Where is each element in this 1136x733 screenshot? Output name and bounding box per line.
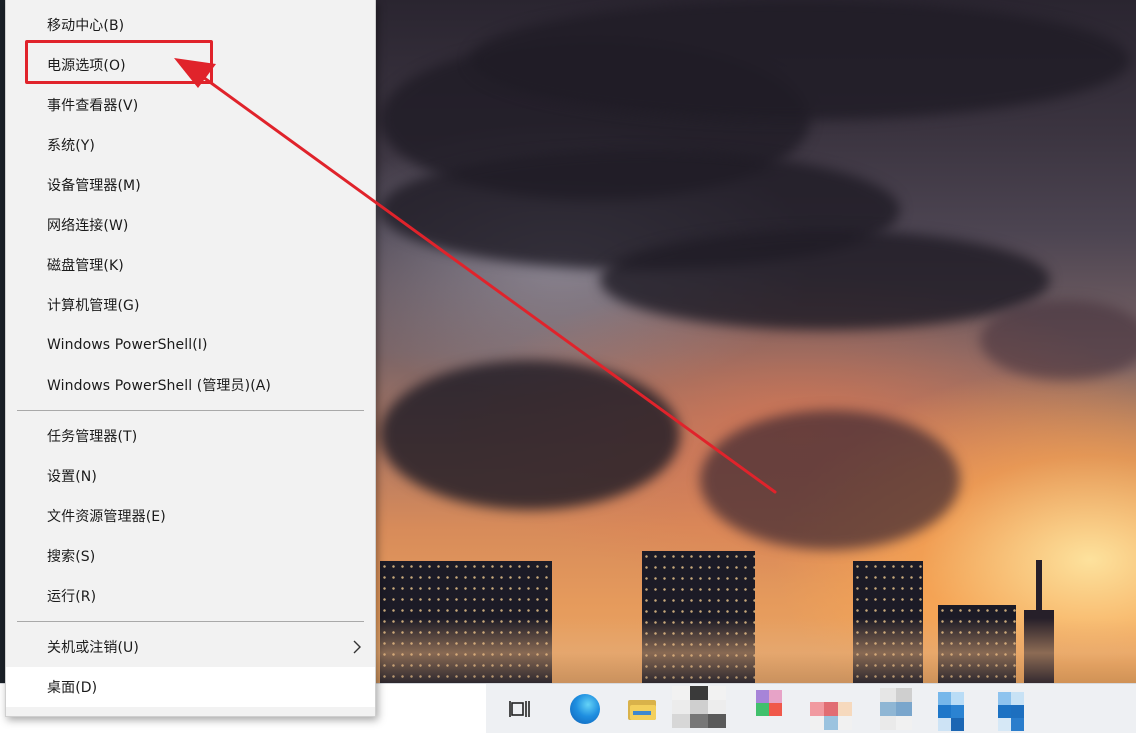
menu-item-task-manager[interactable]: 任务管理器(T) <box>6 416 375 456</box>
menu-item-search[interactable]: 搜索(S) <box>6 536 375 576</box>
menu-item-mobility-center[interactable]: 移动中心(B) <box>6 5 375 45</box>
menu-item-file-explorer[interactable]: 文件资源管理器(E) <box>6 496 375 536</box>
menu-item-run[interactable]: 运行(R) <box>6 576 375 616</box>
chevron-right-icon <box>353 640 361 654</box>
menu-separator <box>17 621 364 622</box>
menu-item-event-viewer[interactable]: 事件查看器(V) <box>6 85 375 125</box>
winx-context-menu: 移动中心(B) 电源选项(O) 事件查看器(V) 系统(Y) 设备管理器(M) … <box>5 0 376 717</box>
pixelated-app-icon[interactable] <box>880 688 912 730</box>
pixelated-app-icon[interactable] <box>998 692 1024 731</box>
task-view-icon[interactable] <box>506 694 536 724</box>
annotation-highlight-box <box>25 40 213 84</box>
menu-item-desktop[interactable]: 桌面(D) <box>6 667 375 707</box>
dark-cloud <box>980 300 1136 380</box>
menu-item-network-connections[interactable]: 网络连接(W) <box>6 205 375 245</box>
menu-item-shutdown-signout[interactable]: 关机或注销(U) <box>6 627 375 667</box>
pixelated-app-icon[interactable] <box>756 690 782 716</box>
menu-item-computer-management[interactable]: 计算机管理(G) <box>6 285 375 325</box>
menu-item-label: 关机或注销(U) <box>47 640 139 656</box>
dark-cloud <box>700 410 960 550</box>
menu-item-powershell[interactable]: Windows PowerShell(I) <box>6 325 375 365</box>
edge-icon[interactable] <box>570 694 600 724</box>
file-explorer-icon[interactable] <box>628 694 658 724</box>
menu-item-powershell-admin[interactable]: Windows PowerShell (管理员)(A) <box>6 365 375 405</box>
horizon-haze <box>376 618 1136 688</box>
menu-item-system[interactable]: 系统(Y) <box>6 125 375 165</box>
dark-cloud <box>380 360 680 510</box>
menu-item-settings[interactable]: 设置(N) <box>6 456 375 496</box>
pixelated-app-icon[interactable] <box>938 692 964 731</box>
menu-separator <box>17 410 364 411</box>
dark-cloud <box>470 0 1130 120</box>
menu-item-device-manager[interactable]: 设备管理器(M) <box>6 165 375 205</box>
menu-item-disk-management[interactable]: 磁盘管理(K) <box>6 245 375 285</box>
pixelated-app-icon[interactable] <box>672 686 726 728</box>
task-view-glyph <box>509 701 530 717</box>
pixelated-app-icon[interactable] <box>810 702 852 730</box>
dark-cloud <box>600 230 1050 330</box>
